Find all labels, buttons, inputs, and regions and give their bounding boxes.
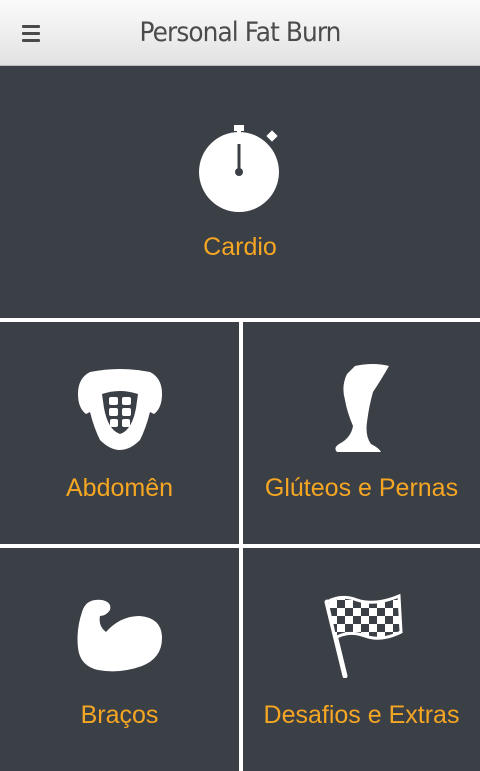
tile-label-gluteos-pernas: Glúteos e Pernas: [264, 474, 459, 502]
leg-icon: [335, 364, 389, 452]
tile-label-bracos: Braços: [80, 701, 159, 729]
checkered-flag-icon: [324, 593, 403, 678]
tile-label-cardio: Cardio: [203, 233, 277, 261]
torso-abs-icon: [78, 369, 162, 450]
app-title: Personal Fat Burn: [139, 17, 341, 48]
tile-label-desafios-extras: Desafios e Extras: [263, 701, 460, 729]
tile-gluteos-pernas[interactable]: Glúteos e Pernas: [243, 322, 480, 544]
app-header: Personal Fat Burn: [0, 0, 480, 66]
stopwatch-icon: [199, 125, 279, 212]
tile-bracos[interactable]: Braços: [0, 548, 239, 771]
tile-label-abdomen: Abdomên: [65, 474, 174, 502]
flexed-arm-icon: [77, 599, 162, 672]
tile-abdomen[interactable]: Abdomên: [0, 322, 239, 544]
tile-desafios-extras[interactable]: Desafios e Extras: [243, 548, 480, 771]
tile-cardio[interactable]: Cardio: [0, 66, 480, 318]
